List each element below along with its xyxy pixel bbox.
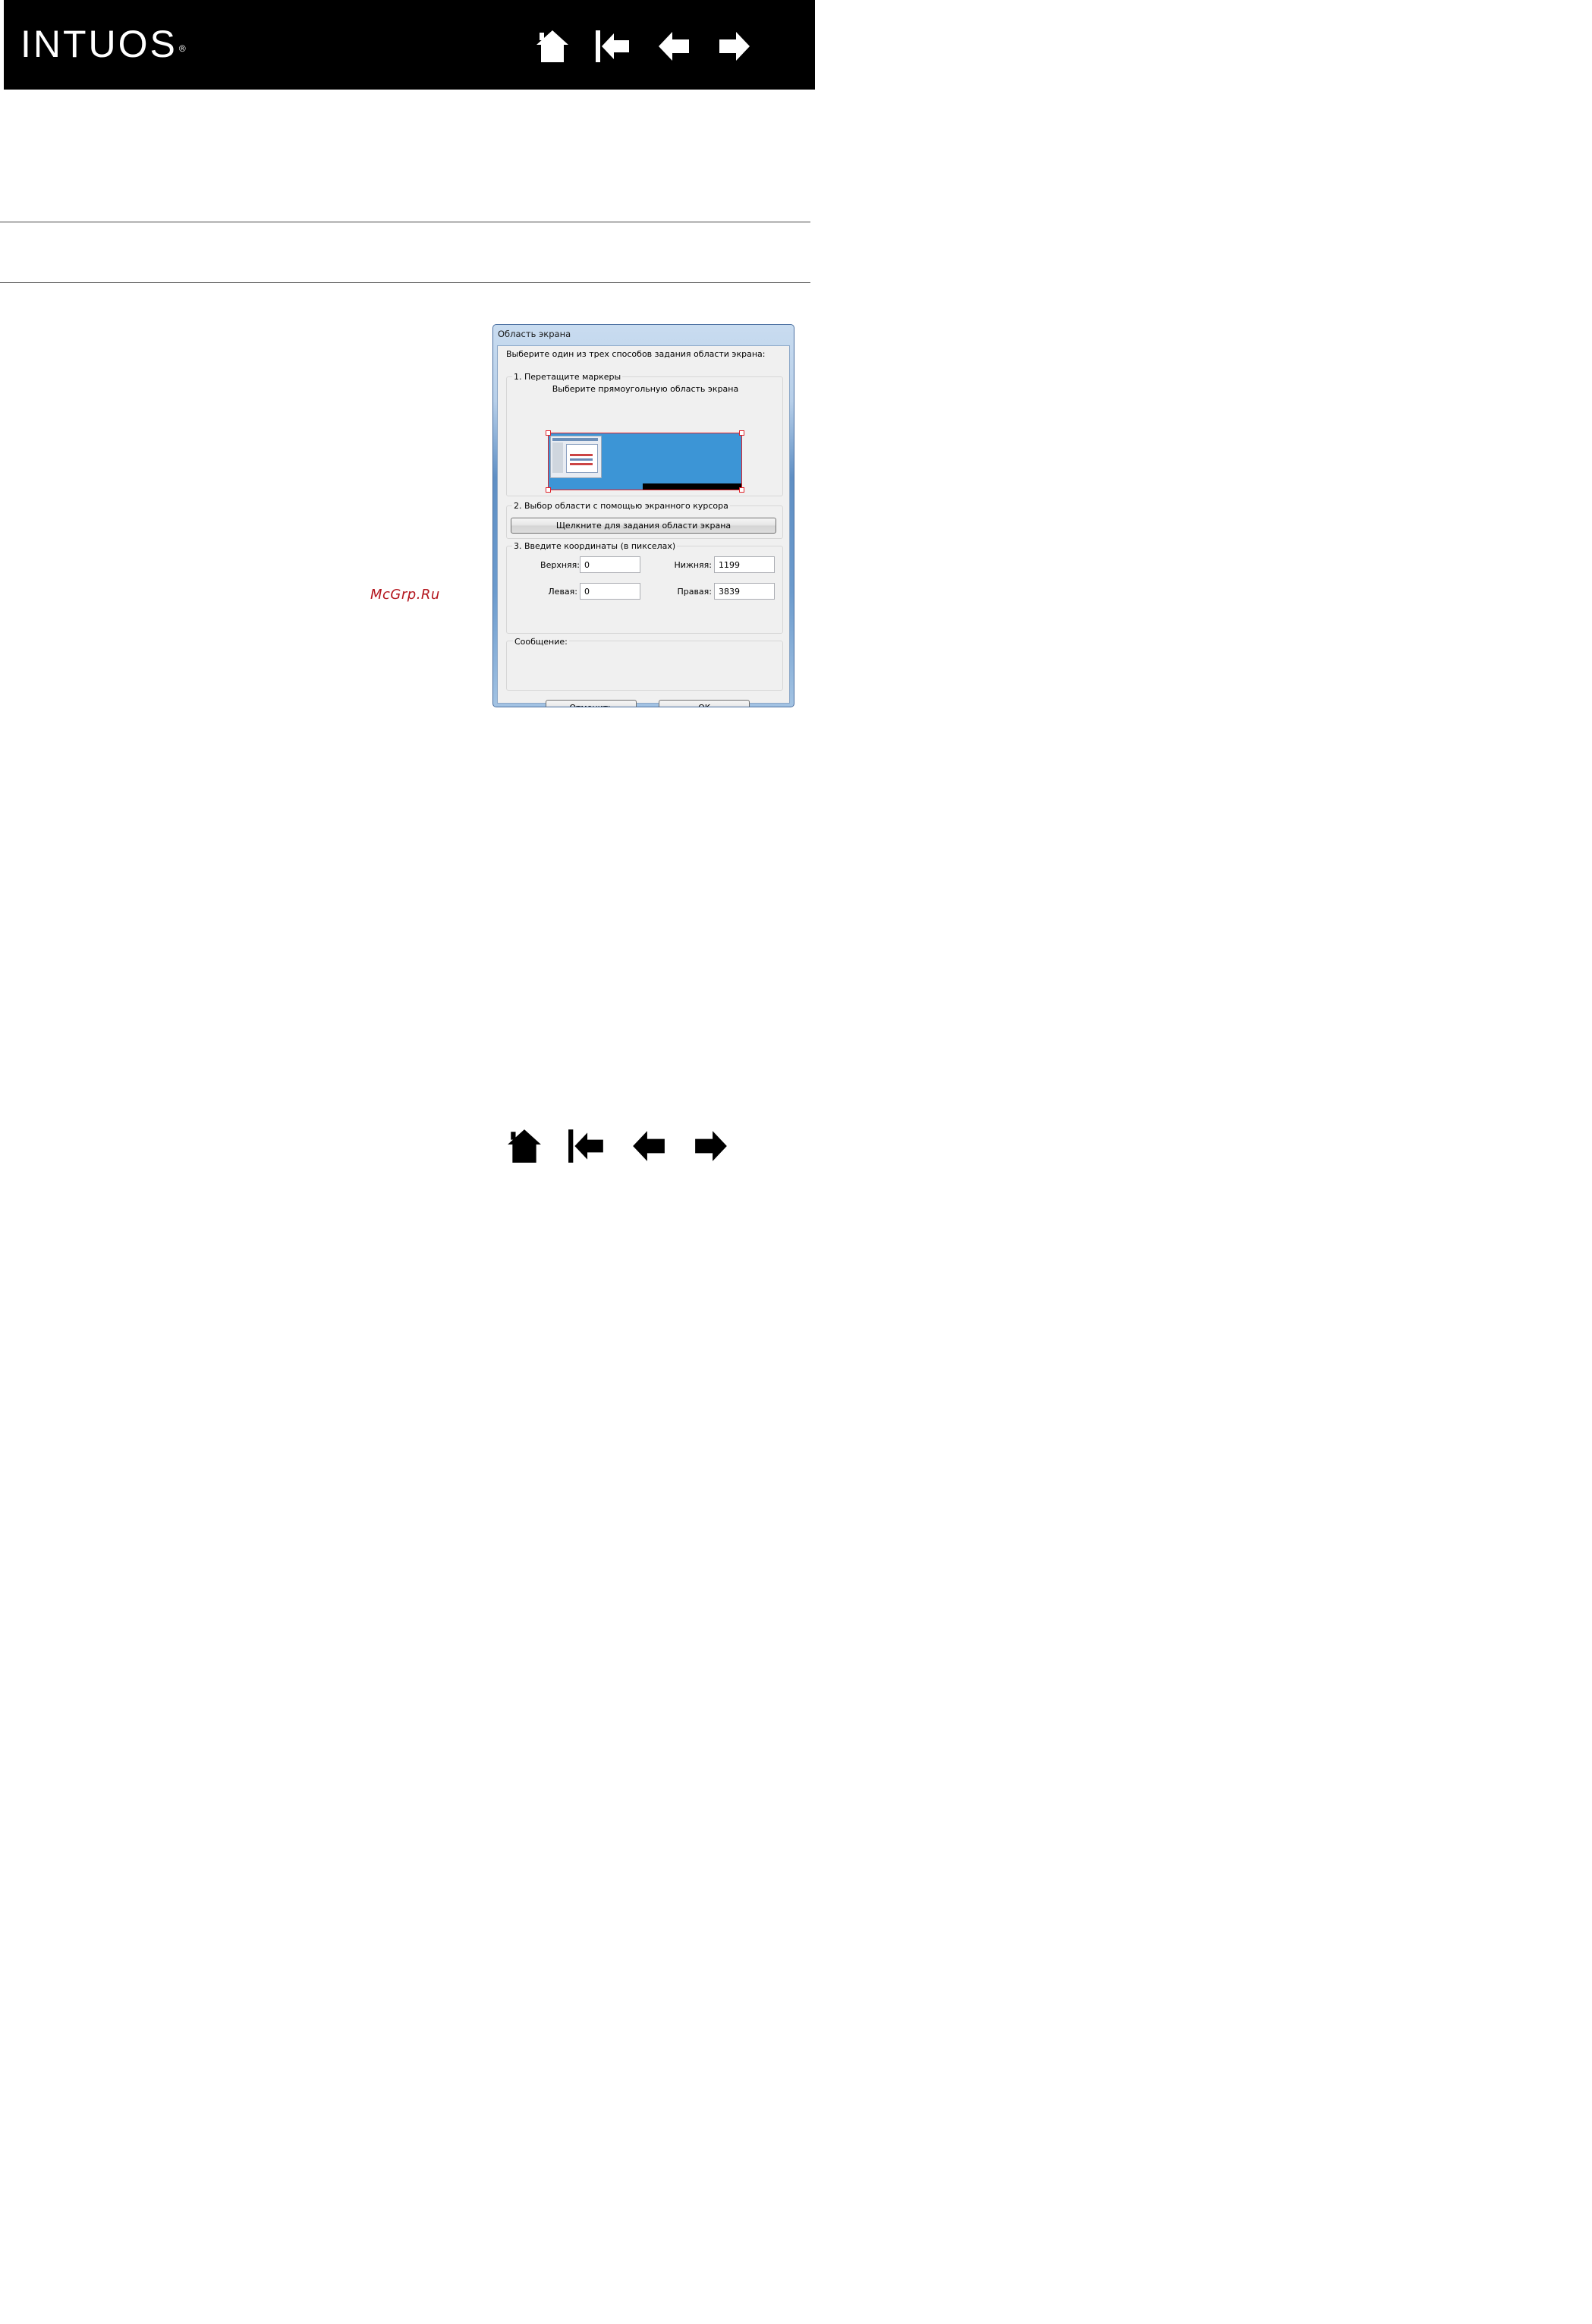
left-field[interactable]	[580, 583, 640, 600]
first-page-icon[interactable]	[593, 27, 633, 65]
cancel-button[interactable]: Отменить	[546, 700, 637, 707]
taskbar-preview	[643, 483, 741, 490]
brand-name: INTUOS	[20, 23, 178, 65]
right-label: Правая:	[677, 587, 712, 597]
message-group: Сообщение:	[506, 637, 783, 691]
resize-handle-bottom-left[interactable]	[546, 487, 551, 493]
screen-area-dialog: Область экрана Выберите один из трех спо…	[492, 324, 794, 707]
drag-markers-title: 1. Перетащите маркеры	[512, 372, 623, 382]
next-page-icon[interactable]	[691, 1127, 731, 1165]
top-label: Верхняя:	[540, 560, 580, 570]
dialog-title: Область экрана	[498, 329, 571, 339]
right-field[interactable]	[714, 583, 775, 600]
next-page-icon[interactable]	[715, 27, 754, 65]
drag-markers-subtitle: Выберите прямоугольную область экрана	[552, 384, 739, 394]
left-label: Левая:	[548, 587, 577, 597]
page-header: INTUOS ®	[4, 0, 815, 90]
coordinates-title: 3. Введите координаты (в пикселах)	[512, 541, 678, 551]
message-label: Сообщение:	[513, 637, 569, 647]
section-divider-bottom	[0, 282, 810, 283]
top-navigation	[533, 27, 754, 65]
watermark: McGrp.Ru	[370, 587, 440, 603]
screen-area-preview[interactable]	[546, 430, 744, 493]
bottom-label: Нижняя:	[674, 560, 712, 570]
first-page-icon[interactable]	[567, 1127, 606, 1165]
previous-page-icon[interactable]	[654, 27, 694, 65]
previous-page-icon[interactable]	[629, 1127, 669, 1165]
cursor-select-title: 2. Выбор области с помощью экранного кур…	[512, 501, 730, 511]
registered-mark: ®	[178, 43, 186, 54]
resize-handle-top-left[interactable]	[546, 430, 551, 436]
home-icon[interactable]	[505, 1127, 544, 1165]
resize-handle-top-right[interactable]	[739, 430, 744, 436]
desktop-thumbnail	[550, 436, 602, 478]
bottom-navigation	[505, 1127, 731, 1165]
dialog-client-area: Выберите один из трех способов задания о…	[497, 345, 790, 707]
resize-handle-bottom-right[interactable]	[739, 487, 744, 493]
top-field[interactable]	[580, 556, 640, 573]
ok-button[interactable]: OK	[659, 700, 750, 707]
define-area-button[interactable]: Щелкните для задания области экрана	[511, 518, 776, 534]
home-icon[interactable]	[533, 27, 572, 65]
bottom-field[interactable]	[714, 556, 775, 573]
brand-logo: INTUOS ®	[20, 21, 186, 67]
dialog-instruction: Выберите один из трех способов задания о…	[506, 349, 766, 359]
